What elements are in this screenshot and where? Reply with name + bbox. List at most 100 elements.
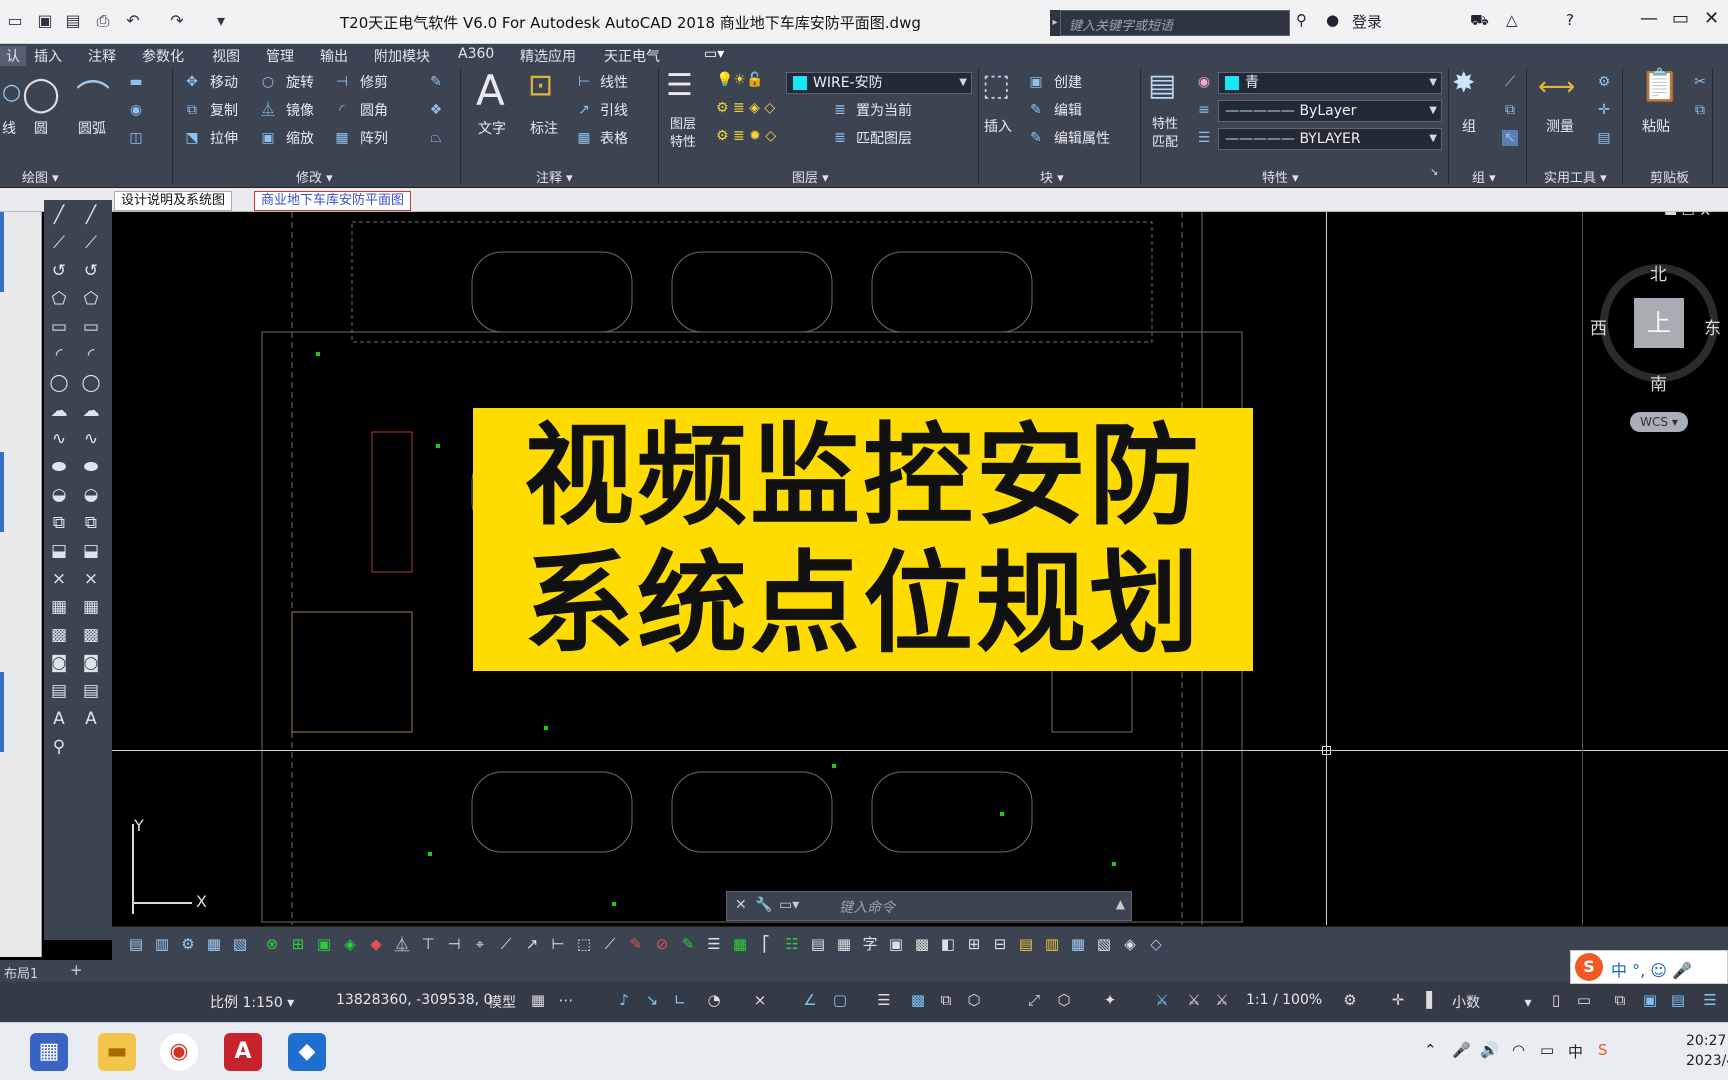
polygon-icon[interactable]: ⬠ (80, 288, 102, 310)
annot-table[interactable]: 表格 (600, 128, 628, 148)
open-file-icon[interactable]: ▭ (4, 10, 26, 32)
circle-icon[interactable]: ◯ (80, 372, 102, 394)
add-layout-button[interactable]: + (70, 961, 83, 979)
tab-parametric[interactable]: 参数化 (142, 46, 184, 66)
login-link[interactable]: 登录 (1352, 11, 1382, 32)
measure-icon[interactable]: ⟷ (1538, 72, 1575, 102)
tool-icon[interactable]: ⊘ (652, 934, 672, 954)
block-create[interactable]: 创建 (1054, 72, 1082, 92)
clipboard-paste[interactable]: 粘贴 (1642, 116, 1670, 136)
tool-icon[interactable]: ▦ (1068, 934, 1088, 954)
compass-east[interactable]: 东 (1704, 314, 1721, 339)
block-edit-attr[interactable]: 编辑属性 (1054, 128, 1110, 148)
workspace-gear-icon[interactable]: ⚙ (1340, 991, 1360, 1011)
annotation-visibility-icon[interactable]: ⚔ (1152, 991, 1172, 1011)
cmd-history-icon[interactable]: ▲ (1116, 897, 1125, 911)
search-expand-icon[interactable]: ▸ (1050, 10, 1060, 36)
model-space-button[interactable]: 模型 (488, 992, 516, 1012)
draw-panel-title[interactable]: 绘图 ▾ (22, 167, 59, 186)
layer-tools-row2[interactable]: ⚙ ≣ ✹ ◇ (716, 128, 776, 144)
circle-icon[interactable]: ◯ (48, 372, 70, 394)
tab-manage[interactable]: 管理 (266, 46, 294, 66)
tool-icon[interactable]: ◧ (938, 934, 958, 954)
file-explorer-icon[interactable]: ▬ (98, 1033, 136, 1071)
spline-icon[interactable]: ∿ (48, 428, 70, 450)
groups-panel-title[interactable]: 组 ▾ (1472, 167, 1496, 186)
point-icon[interactable]: ⨯ (80, 568, 102, 590)
tool-icon[interactable]: ◈ (340, 934, 360, 954)
block-insert[interactable]: 插入 (984, 116, 1012, 136)
polyline-icon[interactable]: ↺ (80, 260, 102, 282)
arc-icon[interactable]: ◜ (48, 344, 70, 366)
ime-indicator-icon[interactable]: 中 (1568, 1041, 1583, 1062)
tool-icon[interactable]: ▦ (204, 934, 224, 954)
arc-tool-icon[interactable]: ⌒ (76, 70, 110, 119)
revcloud-icon[interactable]: ☁ (80, 400, 102, 422)
utilities-panel-title[interactable]: 实用工具 ▾ (1544, 167, 1607, 186)
explode-icon[interactable]: ❖ (428, 102, 444, 118)
layers-panel-title[interactable]: 图层 ▾ (792, 167, 829, 186)
polar-icon[interactable]: ◔ (704, 991, 724, 1011)
layer-tools-row1[interactable]: ⚙ ≣ ◈ ◇ (716, 100, 775, 116)
group-select-icon[interactable]: ↖ (1502, 130, 1518, 146)
layer-dropdown[interactable]: WIRE-安防 ▼ (786, 72, 972, 94)
hatch-icon[interactable]: ▦ (80, 596, 102, 618)
calculator-app-icon[interactable]: ▦ (30, 1033, 68, 1071)
tool-icon[interactable]: ⌖ (470, 934, 490, 954)
tab-a360[interactable]: A360 (458, 46, 494, 62)
make-block-icon[interactable]: ⬓ (48, 540, 70, 562)
ellipse-icon[interactable]: ⬬ (48, 456, 70, 478)
grid-icon[interactable]: ▦ (528, 991, 548, 1011)
modify-stretch[interactable]: 拉伸 (210, 128, 238, 148)
annotation-scale-icon[interactable]: ⚔ (1212, 991, 1232, 1011)
hatch-icon[interactable]: ◉ (128, 102, 144, 118)
cut-icon[interactable]: ✂ (1692, 74, 1708, 90)
command-line[interactable]: ✕ 🔧 ▭▾ 键入命令 ▲ (726, 891, 1132, 921)
infer-icon[interactable]: ♪ (614, 991, 634, 1011)
customize-icon[interactable]: ☰ (1700, 991, 1720, 1011)
tool-icon[interactable]: ▦ (834, 934, 854, 954)
cart-icon[interactable]: ⛟ (1470, 11, 1489, 31)
lineweight-dropdown[interactable]: ————— BYLAYER ▼ (1218, 128, 1442, 150)
ime-toolbar[interactable]: S 中 °, ☺ 🎤 (1570, 950, 1728, 984)
annotation-scale[interactable]: 比例 1:150 ▾ (210, 992, 294, 1012)
ungroup-icon[interactable]: ⟋ (1502, 74, 1518, 90)
insert-block-icon[interactable]: ⬚ (982, 68, 1010, 103)
quick-properties-icon[interactable]: ▯ (1546, 991, 1566, 1011)
chrome-browser-icon[interactable]: ◉ (160, 1033, 198, 1071)
object-snap-icon[interactable]: ▢ (830, 991, 850, 1011)
ellipse-arc-icon[interactable]: ◒ (80, 484, 102, 506)
viewcube-top-face[interactable]: 上 (1634, 298, 1684, 348)
tool-icon[interactable]: ▧ (1094, 934, 1114, 954)
properties-match-label[interactable]: 特性匹配 (1152, 116, 1186, 152)
cursor-coordinates[interactable]: 13828360, -309538, 0 (336, 992, 492, 1008)
rectangle-icon[interactable]: ▬ (128, 74, 144, 90)
object-snap-tracking-icon[interactable]: ∠ (800, 991, 820, 1011)
polygon-icon[interactable]: ⬠ (48, 288, 70, 310)
xline-icon[interactable]: ⟋ (80, 232, 102, 254)
clean-screen-icon[interactable]: ▤ (1668, 991, 1688, 1011)
clipboard-panel-title[interactable]: 剪贴板 (1650, 167, 1689, 186)
utilities-measure[interactable]: 测量 (1546, 116, 1574, 136)
mtext-icon[interactable]: A (48, 708, 70, 730)
ribbon-toggle-icon[interactable]: ▭▾ (704, 46, 724, 62)
modify-copy[interactable]: 复制 (210, 100, 238, 120)
circle-tool-icon[interactable]: ◯ (22, 74, 60, 114)
close-icon[interactable]: ✕ (1704, 8, 1719, 29)
gizmo-icon[interactable]: ✦ (1100, 991, 1120, 1011)
point-icon[interactable]: ✛ (1596, 102, 1612, 118)
group-edit-icon[interactable]: ⧉ (1502, 102, 1518, 118)
help-icon[interactable]: ? (1566, 11, 1574, 29)
tool-icon[interactable]: ◇ (1146, 934, 1166, 954)
modify-trim[interactable]: 修剪 (360, 72, 388, 92)
tool-icon[interactable]: ✎ (678, 934, 698, 954)
tool-icon[interactable]: ▤ (126, 934, 146, 954)
tool-icon[interactable]: 字 (860, 934, 880, 954)
table-icon[interactable]: ▤ (48, 680, 70, 702)
tab-addins[interactable]: 附加模块 (374, 46, 430, 66)
properties-launcher-icon[interactable]: ↘ (1430, 167, 1438, 178)
text-tool-icon[interactable]: A (476, 66, 505, 115)
wcs-menu[interactable]: WCS ▾ (1630, 412, 1688, 432)
tool-icon[interactable]: ◆ (366, 934, 386, 954)
sogou-logo-icon[interactable]: S (1575, 953, 1603, 981)
